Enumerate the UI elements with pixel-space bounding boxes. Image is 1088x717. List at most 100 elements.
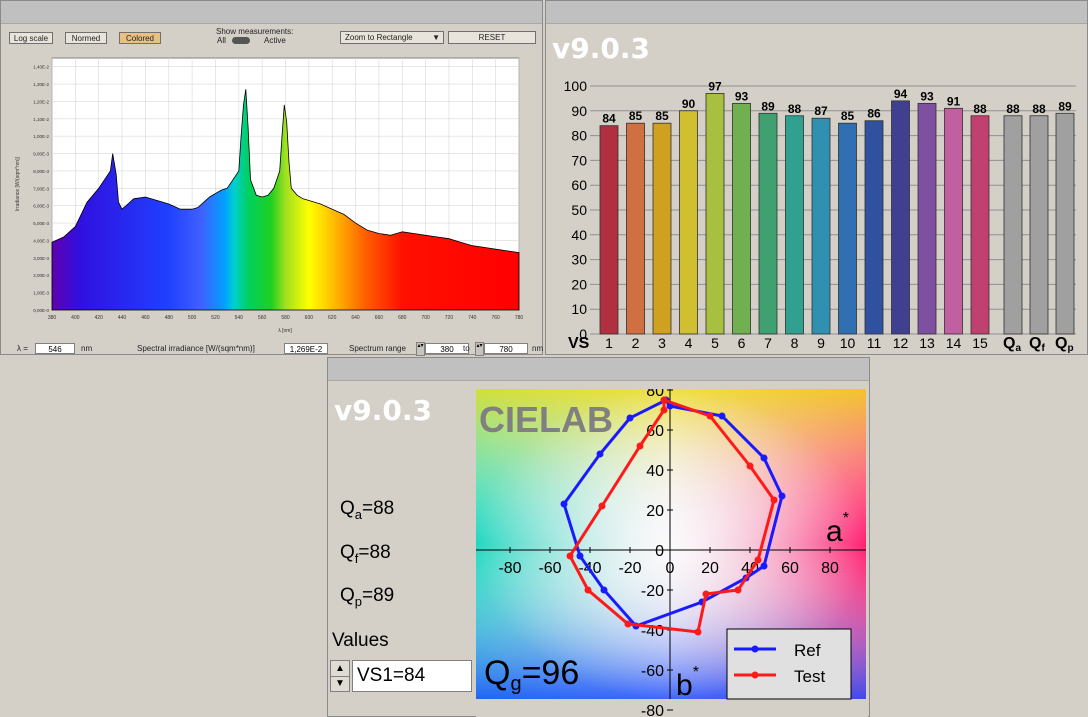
bar (811, 117, 831, 335)
bar-x-tick-label: 4 (685, 335, 693, 351)
cielab-point-test (660, 406, 668, 414)
spectrum-panel-titlebar (1, 1, 542, 24)
spinner-up-icon[interactable]: ▲ (331, 661, 349, 677)
cielab-point-test (734, 586, 742, 594)
show-all-label: All (217, 36, 226, 45)
color-quality-bars-panel: v9.0.3 0 10 20 30 40 50 60 70 80 90 100 84 85 85 90 97… (545, 0, 1088, 355)
cielab-y-tick-label: -80 (641, 703, 664, 717)
spectrum-x-tick-label: 560 (258, 315, 267, 321)
cielab-point-ref (760, 562, 768, 570)
bar-value-label: 94 (894, 87, 908, 101)
colored-button[interactable]: Colored (119, 32, 161, 44)
bar (732, 102, 751, 335)
bar-chart: 0102030405060708090100 84 85 8590979389 88 8… (564, 78, 1076, 354)
bars-version-label: v9.0.3 (552, 32, 650, 65)
bar (864, 120, 884, 335)
bar-y-tick-label: 90 (571, 103, 587, 119)
lambda-unit: nm (81, 344, 93, 353)
bar-y-tick-label: 60 (571, 177, 587, 193)
bar-y-ticks: 0102030405060708090100 (564, 78, 588, 342)
cielab-point-test (702, 590, 710, 598)
spectrum-chart[interactable]: 0,00E-0 1,00E-3 2,00E-3 3,00E-3 4,00E-3 5,00E… (11, 49, 535, 335)
cielab-point-ref (778, 492, 786, 500)
log-scale-button[interactable]: Log scale (9, 32, 53, 44)
bar-x-ticks: 1 2 3 4 5 6 7 8 9 10 11 12 13 14 15 (605, 335, 988, 351)
bar (944, 107, 963, 335)
bar-value-label: 88 (1032, 102, 1046, 116)
bar-x-tick-label: 9 (817, 335, 825, 351)
bar-x-tick-label: 3 (658, 335, 666, 351)
cielab-panel: v9.0.3 Qa=88 Qf=88 Qp=89 Values ▲ ▼ VS1=… (327, 357, 870, 717)
spectrum-panel: Log scale Normed Colored Show measuremen… (0, 0, 543, 356)
bar-value-label: 89 (1058, 99, 1072, 113)
bar-value-label: 93 (920, 89, 934, 103)
values-field[interactable]: VS1=84 (352, 660, 472, 692)
lambda-label: λ = (17, 344, 28, 353)
bar-x-tick-label: 5 (711, 335, 719, 351)
spectrum-x-tick-label: 580 (281, 315, 290, 321)
bar-y-tick-label: 70 (571, 152, 587, 168)
spectrum-y-ticks: 0,00E-0 1,00E-3 2,00E-3 3,00E-3 4,00E-3 5,00E… (33, 65, 49, 313)
bar-x-tick-label: 15 (972, 335, 988, 351)
qf-value: Qf=88 (340, 542, 391, 566)
qp-value: Qp=89 (340, 585, 395, 609)
bar-x-tick-label: 8 (791, 335, 799, 351)
normed-button[interactable]: Normed (65, 32, 107, 44)
bar-value-label: 91 (947, 94, 961, 108)
bar (891, 100, 910, 335)
spinner-down-icon[interactable]: ▼ (331, 676, 349, 691)
bar-value-label: 88 (1006, 102, 1020, 116)
spectrum-y-tick-label: 3,00E-3 (33, 256, 49, 261)
cielab-legend: Ref Test (726, 628, 852, 700)
zoom-dropdown-label: Zoom to Rectangle (345, 33, 413, 42)
range-to-field[interactable]: 780 (484, 343, 528, 354)
spectrum-y-tick-label: 7,00E-3 (33, 186, 49, 191)
values-spinner[interactable]: ▲ ▼ (330, 660, 350, 692)
spectrum-y-tick-label: 1,20E-2 (33, 99, 49, 104)
bar (970, 115, 990, 335)
spectrum-x-tick-label: 680 (398, 315, 407, 321)
cielab-x-tick-label: -60 (538, 560, 561, 577)
range-to-spinner[interactable]: ▴▾ (475, 342, 484, 356)
spectrum-range-label: Spectrum range (349, 344, 406, 353)
bar (599, 125, 619, 335)
measurements-toggle[interactable] (232, 37, 250, 44)
bar-series (599, 93, 1075, 335)
spectrum-x-tick-label: 620 (328, 315, 337, 321)
lambda-value-field[interactable]: 546 (35, 343, 75, 354)
cielab-point-test (770, 496, 778, 504)
cielab-point-test (694, 628, 702, 636)
bar-value-label: 90 (682, 97, 696, 111)
cielab-chart: -80 -60 -40 -20 0 20 40 60 80 806040200-20-40-60… (476, 389, 868, 717)
cielab-x-tick-label: 0 (666, 560, 675, 577)
cielab-point-test (624, 620, 632, 628)
bar-x-tick-label: 14 (946, 335, 962, 351)
qa-label: Qa (1003, 335, 1021, 354)
spectrum-y-tick-label: 1,30E-2 (33, 82, 49, 87)
spectrum-y-tick-label: 8,00E-3 (33, 169, 49, 174)
bar-y-tick-label: 30 (571, 252, 587, 268)
bar-value-label: 88 (973, 102, 987, 116)
spectrum-y-tick-label: 2,00E-3 (33, 273, 49, 278)
reset-button[interactable]: RESET (448, 31, 536, 44)
spectrum-x-tick-label: 700 (421, 315, 430, 321)
bar-x-tick-label: 11 (867, 335, 882, 351)
zoom-dropdown[interactable]: Zoom to Rectangle ▼ (340, 31, 444, 44)
bar-x-tick-label: 13 (919, 335, 935, 351)
cielab-y-tick-label: -20 (641, 583, 664, 600)
spectrum-x-tick-label: 720 (445, 315, 454, 321)
spectrum-x-tick-label: 640 (351, 315, 360, 321)
spectral-irradiance-field[interactable]: 1,269E-2 (284, 343, 328, 354)
bar-value-label: 97 (708, 79, 722, 93)
spectrum-y-tick-label: 4,00E-3 (33, 238, 49, 243)
spectrum-x-tick-label: 480 (165, 315, 174, 321)
bar-value-label: 89 (761, 99, 775, 113)
cielab-x-tick-label: -80 (498, 560, 521, 577)
vs-label: VS (568, 335, 590, 352)
cielab-point-test (584, 586, 592, 594)
bar-y-tick-label: 100 (564, 78, 588, 94)
range-from-spinner[interactable]: ▴▾ (416, 342, 425, 356)
legend-ref-label: Ref (794, 641, 821, 660)
cielab-point-ref (560, 500, 568, 508)
spectral-irradiance-label: Spectral irradiance [W/(sqm*nm)] (137, 344, 255, 353)
